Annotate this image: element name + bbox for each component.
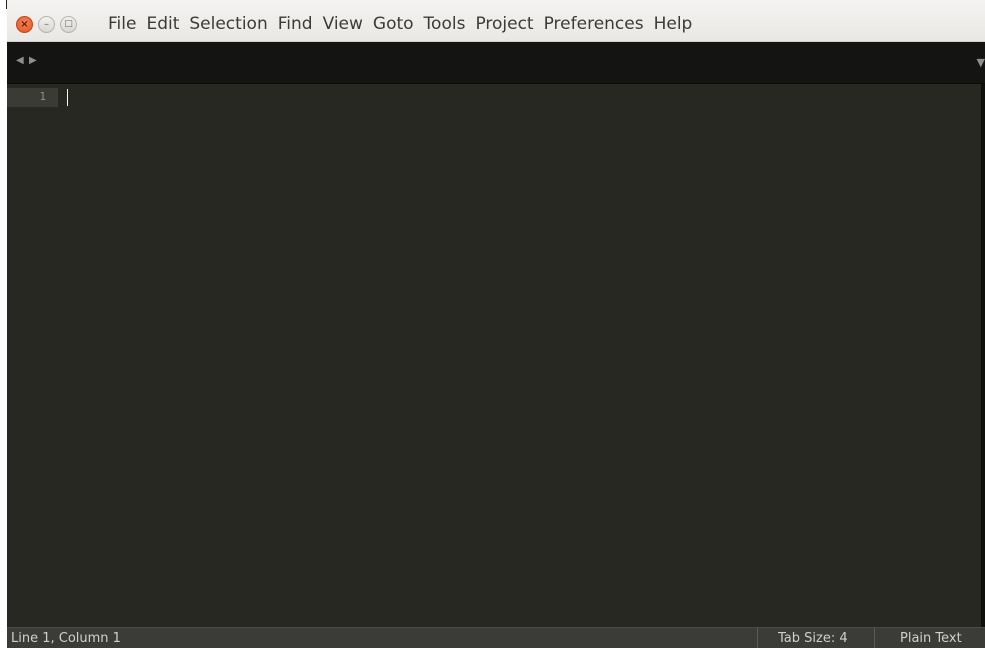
menu-goto[interactable]: Goto [368,14,419,34]
menu-tools[interactable]: Tools [419,14,471,34]
editor-area[interactable]: 1 [7,84,981,627]
main-menu: File Edit Selection Find View Goto Tools… [103,11,697,37]
close-icon: × [20,18,29,30]
line-number: 1 [39,90,46,103]
menu-bar: × – □ File Edit Selection Find View Goto… [7,0,985,42]
menu-selection[interactable]: Selection [184,14,272,34]
active-line-highlight [7,88,58,107]
cursor-position: Line 1, Column 1 [11,631,121,646]
menu-help[interactable]: Help [649,14,698,34]
tab-size-selector[interactable]: Tab Size: 4 [778,631,848,646]
menu-edit[interactable]: Edit [141,14,184,34]
menu-preferences[interactable]: Preferences [539,14,649,34]
menu-project[interactable]: Project [470,14,538,34]
maximize-icon: □ [64,19,73,29]
status-bar: Line 1, Column 1 Tab Size: 4 Plain Text [7,627,985,648]
tab-strip: ◀ ▶ ▼ [7,42,985,84]
syntax-selector[interactable]: Plain Text [900,631,962,646]
triangle-down-icon[interactable]: ▼ [977,56,985,69]
menu-file[interactable]: File [103,14,141,34]
window-minimize-button[interactable]: – [38,16,55,33]
triangle-right-icon[interactable]: ▶ [29,55,37,66]
window-left-edge [0,0,7,648]
window-close-button[interactable]: × [16,16,33,33]
sublime-text-window: × – □ File Edit Selection Find View Goto… [0,0,985,648]
window-maximize-button[interactable]: □ [60,16,77,33]
menu-find[interactable]: Find [273,14,318,34]
line-gutter: 1 [7,84,58,627]
minimize-icon: – [44,18,49,30]
triangle-left-icon[interactable]: ◀ [16,55,24,66]
menu-view[interactable]: View [318,14,368,34]
editor-scrollbar[interactable] [981,84,985,627]
status-divider [874,628,875,648]
status-divider [757,628,758,648]
text-caret [67,89,68,106]
